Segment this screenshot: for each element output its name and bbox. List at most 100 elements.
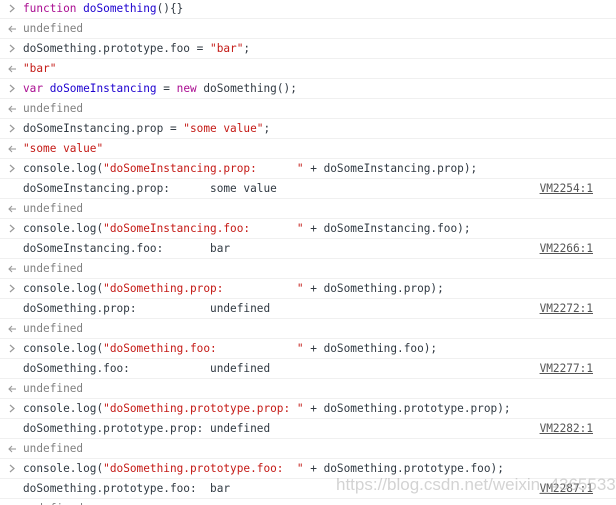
code-token: + doSomething.prototype.foo); xyxy=(303,462,504,475)
code-token: "doSomeInstancing.prop: " xyxy=(103,162,304,175)
code-token: var xyxy=(23,82,44,95)
code-token: console.log( xyxy=(23,222,104,235)
console-result-row: undefined xyxy=(0,439,616,459)
result-value: "some value" xyxy=(23,142,104,155)
code-token: console.log( xyxy=(23,462,104,475)
input-prompt-icon xyxy=(7,339,17,358)
source-link[interactable]: VM2277:1 xyxy=(540,359,593,378)
input-prompt-icon xyxy=(7,159,17,178)
result-arrow-icon xyxy=(7,19,17,38)
code-token: console.log( xyxy=(23,282,104,295)
console-result-row: undefined xyxy=(0,19,616,39)
code-token: console.log( xyxy=(23,402,104,415)
source-link[interactable]: VM2282:1 xyxy=(540,419,593,438)
result-arrow-icon xyxy=(7,199,17,218)
result-value: "bar" xyxy=(23,62,57,75)
code-token: ; xyxy=(263,122,271,135)
console-result-row: undefined xyxy=(0,379,616,399)
input-code: doSomething.prototype.foo = "bar"; xyxy=(23,39,616,58)
console-log-row: doSomething.prop: undefined VM2272:1 xyxy=(0,299,616,319)
console-messages: function doSomething(){} undefined doSomet… xyxy=(0,0,616,505)
code-token: doSomeInstancing xyxy=(49,82,157,95)
result-value: undefined xyxy=(23,382,84,395)
result-arrow-icon xyxy=(7,379,17,398)
input-code: var doSomeInstancing = new doSomething()… xyxy=(23,79,616,98)
log-message: doSomeInstancing.prop: some value xyxy=(23,182,277,195)
input-prompt-icon xyxy=(7,79,17,98)
code-token: + doSomeInstancing.foo); xyxy=(303,222,471,235)
code-token: "bar" xyxy=(210,42,244,55)
result-value: undefined xyxy=(23,202,84,215)
input-prompt-icon xyxy=(7,119,17,138)
console-input-row: console.log("doSomeInstancing.foo: " + d… xyxy=(0,219,616,239)
console-input-row: doSomething.prototype.foo = "bar"; xyxy=(0,39,616,59)
console-input-row: console.log("doSomething.prototype.prop:… xyxy=(0,399,616,419)
console-result-row: undefined xyxy=(0,319,616,339)
console-input-row: console.log("doSomething.foo: " + doSome… xyxy=(0,339,616,359)
input-code: console.log("doSomething.prototype.prop:… xyxy=(23,399,616,418)
console-result-row: undefined xyxy=(0,99,616,119)
code-token: "some value" xyxy=(183,122,264,135)
code-token: new xyxy=(176,82,197,95)
input-code: console.log("doSomeInstancing.foo: " + d… xyxy=(23,219,616,238)
result-value: undefined xyxy=(23,442,84,455)
input-prompt-icon xyxy=(7,399,17,418)
source-link[interactable]: VM2287:1 xyxy=(540,479,593,498)
code-token: = xyxy=(156,82,177,95)
log-message: doSomething.prototype.prop: undefined xyxy=(23,422,271,435)
devtools-console: function doSomething(){} undefined doSomet… xyxy=(0,0,616,505)
console-input-row: console.log("doSomething.prop: " + doSom… xyxy=(0,279,616,299)
console-input-row: console.log("doSomeInstancing.prop: " + … xyxy=(0,159,616,179)
console-result-row: undefined xyxy=(0,199,616,219)
console-input-row: var doSomeInstancing = new doSomething()… xyxy=(0,79,616,99)
result-value: undefined xyxy=(23,262,84,275)
code-token: (){} xyxy=(156,2,184,15)
log-message: doSomething.prop: undefined xyxy=(23,302,271,315)
console-log-row: doSomeInstancing.prop: some value VM2254:… xyxy=(0,179,616,199)
code-token: + doSomething.prop); xyxy=(303,282,444,295)
result-arrow-icon xyxy=(7,259,17,278)
input-prompt-icon xyxy=(7,0,17,18)
result-arrow-icon xyxy=(7,59,17,78)
source-link[interactable]: VM2254:1 xyxy=(540,179,593,198)
code-token: "doSomething.foo: " xyxy=(103,342,304,355)
code-token: doSomething xyxy=(83,2,157,15)
result-arrow-icon xyxy=(7,319,17,338)
source-link[interactable]: VM2272:1 xyxy=(540,299,593,318)
code-token: doSomething(); xyxy=(196,82,297,95)
console-result-row: "bar" xyxy=(0,59,616,79)
code-token: console.log( xyxy=(23,342,104,355)
code-token: doSomething.prototype.foo = xyxy=(23,42,211,55)
result-value: undefined xyxy=(23,102,84,115)
result-value: undefined xyxy=(23,322,84,335)
result-value: undefined xyxy=(23,22,84,35)
code-token: function xyxy=(23,2,77,15)
log-message: doSomething.prototype.foo: bar xyxy=(23,482,231,495)
result-arrow-icon xyxy=(7,499,17,505)
input-code: console.log("doSomething.prototype.foo: … xyxy=(23,459,616,478)
input-code: console.log("doSomething.prop: " + doSom… xyxy=(23,279,616,298)
console-input-row: doSomeInstancing.prop = "some value"; xyxy=(0,119,616,139)
result-arrow-icon xyxy=(7,99,17,118)
input-prompt-icon xyxy=(7,279,17,298)
input-prompt-icon xyxy=(7,39,17,58)
result-arrow-icon xyxy=(7,439,17,458)
code-token: + doSomething.prototype.prop); xyxy=(303,402,511,415)
console-result-row: "some value" xyxy=(0,139,616,159)
console-log-row: doSomething.foo: undefined VM2277:1 xyxy=(0,359,616,379)
console-log-row: doSomething.prototype.foo: bar VM2287:1 xyxy=(0,479,616,499)
input-code: console.log("doSomeInstancing.prop: " + … xyxy=(23,159,616,178)
log-message: doSomeInstancing.foo: bar xyxy=(23,242,231,255)
source-link[interactable]: VM2266:1 xyxy=(540,239,593,258)
log-message: doSomething.foo: undefined xyxy=(23,362,271,375)
result-value: undefined xyxy=(23,499,616,505)
code-token: console.log( xyxy=(23,162,104,175)
code-token: ; xyxy=(243,42,251,55)
code-token: "doSomeInstancing.foo: " xyxy=(103,222,304,235)
input-code: console.log("doSomething.foo: " + doSome… xyxy=(23,339,616,358)
code-token: + doSomeInstancing.prop); xyxy=(303,162,478,175)
code-token: "doSomething.prototype.foo: " xyxy=(103,462,304,475)
code-token: "doSomething.prop: " xyxy=(103,282,304,295)
